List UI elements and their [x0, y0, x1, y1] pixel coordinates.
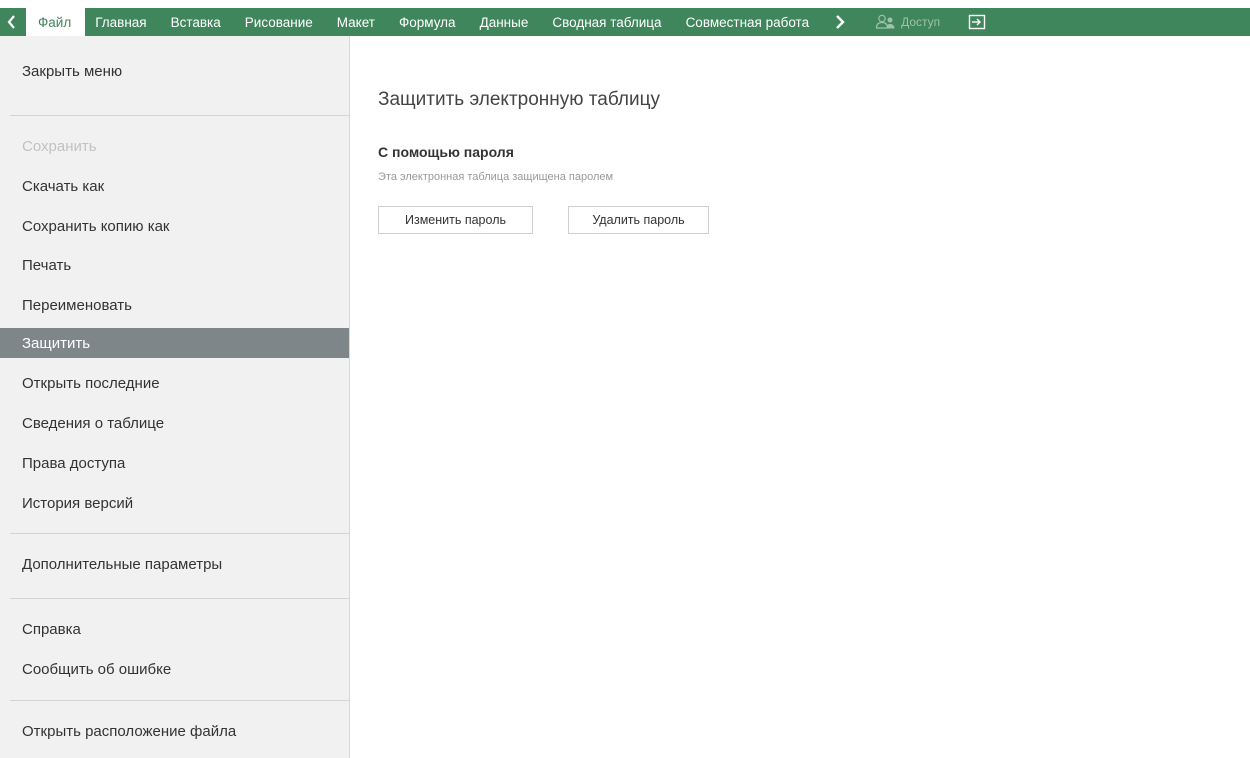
menu-item-help[interactable]: Справка	[0, 614, 349, 644]
menu-divider	[10, 598, 349, 599]
menu-item-save: Сохранить	[22, 137, 97, 155]
password-section-description: Эта электронная таблица защищена паролем	[378, 171, 614, 183]
exit-button[interactable]	[962, 8, 992, 36]
tab-file[interactable]: Файл	[26, 8, 86, 36]
menu-divider	[10, 533, 349, 534]
tab-home[interactable]: Главная	[85, 8, 158, 36]
menu-item-access-rights[interactable]: Права доступа	[0, 448, 349, 478]
tab-collaboration[interactable]: Совместная работа	[674, 8, 822, 36]
tab-insert[interactable]: Вставка	[159, 8, 233, 36]
menu-item-print[interactable]: Печать	[0, 250, 349, 280]
exit-icon	[968, 14, 986, 30]
menu-item-advanced-settings[interactable]: Дополнительные параметры	[0, 549, 349, 579]
tab-pivot-table[interactable]: Сводная таблица	[540, 8, 673, 36]
menu-divider	[10, 115, 349, 116]
menu-item-version-history[interactable]: История версий	[0, 488, 349, 518]
top-toolbar: Файл Главная Вставка Рисование Макет Фор…	[0, 0, 1250, 36]
panel-title: Защитить электронную таблицу	[378, 89, 660, 110]
change-password-button[interactable]: Изменить пароль	[378, 206, 533, 234]
menu-item-rename[interactable]: Переименовать	[0, 290, 349, 320]
tab-data[interactable]: Данные	[468, 8, 541, 36]
scroll-tabs-right-button[interactable]	[825, 8, 855, 36]
menu-item-close-menu[interactable]: Закрыть меню	[0, 56, 349, 86]
tab-draw[interactable]: Рисование	[233, 8, 325, 36]
menu-item-protect[interactable]: Защитить	[0, 328, 349, 358]
access-button[interactable]: Доступ	[875, 8, 940, 36]
tab-formula[interactable]: Формула	[387, 8, 468, 36]
chevron-left-icon	[7, 15, 15, 29]
menu-item-recent[interactable]: Открыть последние	[0, 368, 349, 398]
menu-item-open-file-location[interactable]: Открыть расположение файла	[0, 716, 349, 746]
menu-divider	[10, 700, 349, 701]
delete-password-button[interactable]: Удалить пароль	[568, 206, 709, 234]
password-section-title: С помощью пароля	[378, 144, 514, 160]
menu-item-spreadsheet-info[interactable]: Сведения о таблице	[0, 408, 349, 438]
tab-layout[interactable]: Макет	[325, 8, 387, 36]
protect-panel: Защитить электронную таблицу С помощью п…	[351, 36, 1250, 758]
users-icon	[875, 14, 895, 29]
access-label: Доступ	[901, 15, 941, 29]
tab-bar: Файл Главная Вставка Рисование Макет Фор…	[0, 8, 1250, 36]
menu-item-report-bug[interactable]: Сообщить об ошибке	[0, 654, 349, 684]
menu-item-download-as[interactable]: Скачать как	[0, 171, 349, 201]
scroll-tabs-left-button[interactable]	[0, 8, 22, 36]
file-menu: Закрыть меню Сохранить Скачать как Сохра…	[0, 36, 350, 758]
menu-item-save-copy-as[interactable]: Сохранить копию как	[0, 211, 349, 241]
chevron-right-icon	[836, 15, 845, 29]
